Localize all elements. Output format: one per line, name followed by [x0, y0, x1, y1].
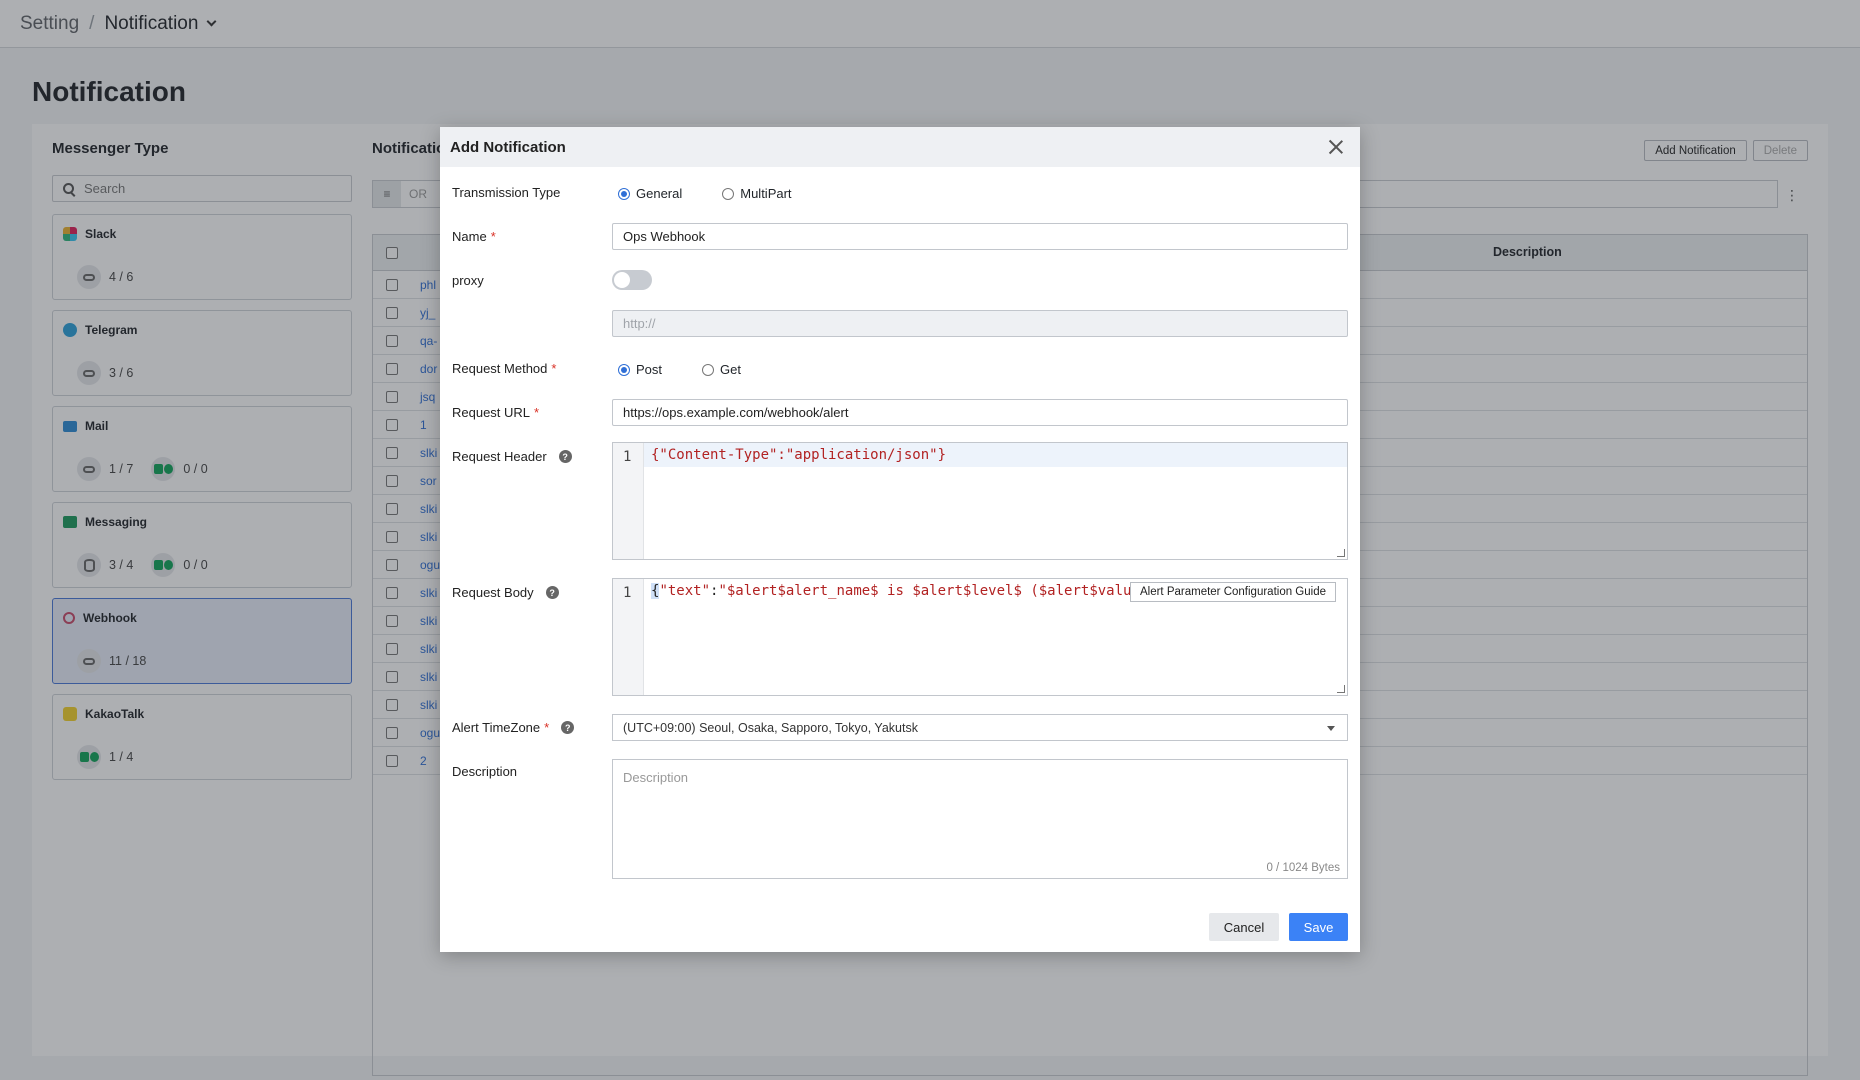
request-body-editor[interactable]: 1 {"text":"$alert$alert_name$ is $alert$… [612, 578, 1348, 696]
line-gutter: 1 [613, 579, 644, 695]
name-input[interactable]: Ops Webhook [612, 223, 1348, 250]
byte-counter: 0 / 1024 Bytes [1266, 862, 1340, 874]
radio-get[interactable]: Get [702, 362, 741, 377]
request-method-label-text: Request Method [452, 361, 548, 376]
required-mark: * [534, 405, 540, 420]
name-label-text: Name [452, 229, 487, 244]
request-url-label: Request URL * [452, 405, 539, 420]
help-icon[interactable]: ? [561, 721, 575, 734]
request-header-code: {"Content-Type":"application/json"} [651, 447, 947, 463]
code-value: "$alert$alert_name$ is $alert$level$ ($a… [718, 583, 1140, 599]
name-label: Name * [452, 229, 496, 244]
description-label: Description [452, 764, 517, 779]
proxy-toggle[interactable] [612, 270, 652, 290]
transmission-type-radio-group: General MultiPart [618, 186, 792, 201]
request-body-label-text: Request Body [452, 585, 534, 600]
radio-post-dot[interactable] [618, 363, 630, 376]
line-gutter: 1 [613, 443, 644, 559]
transmission-type-label-text: Transmission Type [452, 185, 561, 200]
description-placeholder: Description [623, 770, 689, 785]
proxy-url-input[interactable]: http:// [612, 310, 1348, 337]
cancel-button[interactable]: Cancel [1209, 913, 1279, 941]
request-header-label-text: Request Header [452, 449, 547, 464]
radio-multipart-dot[interactable] [722, 187, 735, 200]
code-key: "text" [659, 583, 711, 599]
request-body-label: Request Body ? [452, 585, 559, 600]
line-number: 1 [623, 449, 632, 465]
code-line[interactable]: {"Content-Type":"application/json"} [644, 443, 1347, 467]
resize-handle-icon[interactable] [1337, 549, 1345, 557]
proxy-label-text: proxy [452, 273, 484, 288]
required-mark: * [544, 720, 550, 735]
radio-post[interactable]: Post [618, 362, 662, 377]
radio-multipart[interactable]: MultiPart [722, 186, 792, 201]
description-label-text: Description [452, 764, 518, 779]
line-number: 1 [623, 585, 632, 601]
help-icon[interactable]: ? [545, 586, 559, 599]
request-url-input[interactable]: https://ops.example.com/webhook/alert [612, 399, 1348, 426]
radio-post-label: Post [636, 362, 663, 377]
radio-multipart-label: MultiPart [740, 186, 792, 201]
alert-parameter-guide-button[interactable]: Alert Parameter Configuration Guide [1129, 582, 1336, 602]
alert-timezone-label-text: Alert TimeZone [452, 720, 541, 735]
description-textarea[interactable]: Description 0 / 1024 Bytes [612, 759, 1348, 879]
required-mark: * [490, 229, 496, 244]
add-notification-dialog: Add Notification Transmission Type Gener… [440, 127, 1360, 952]
request-header-editor[interactable]: 1 {"Content-Type":"application/json"} [612, 442, 1348, 560]
dialog-title: Add Notification [450, 138, 566, 156]
close-icon[interactable] [1328, 139, 1344, 155]
request-url-label-text: Request URL [452, 405, 531, 420]
dialog-header: Add Notification [440, 127, 1360, 167]
caret-down-icon [1327, 726, 1335, 731]
request-method-radio-group: Post Get [618, 362, 741, 377]
radio-get-label: Get [720, 362, 741, 377]
request-header-label: Request Header ? [452, 449, 572, 464]
request-method-label: Request Method * [452, 361, 556, 376]
alert-timezone-select[interactable]: (UTC+09:00) Seoul, Osaka, Sapporo, Tokyo… [612, 714, 1348, 741]
alert-timezone-label: Alert TimeZone * ? [452, 720, 575, 735]
radio-general-label: General [636, 186, 683, 201]
save-button[interactable]: Save [1289, 913, 1348, 941]
radio-general[interactable]: General [618, 186, 682, 201]
radio-general-dot[interactable] [618, 187, 630, 200]
alert-timezone-value: (UTC+09:00) Seoul, Osaka, Sapporo, Tokyo… [623, 720, 918, 735]
required-mark: * [551, 361, 557, 376]
proxy-label: proxy [452, 273, 484, 288]
resize-handle-icon[interactable] [1337, 685, 1345, 693]
help-icon[interactable]: ? [558, 450, 572, 463]
transmission-type-label: Transmission Type [452, 185, 560, 200]
radio-get-dot[interactable] [702, 363, 715, 376]
